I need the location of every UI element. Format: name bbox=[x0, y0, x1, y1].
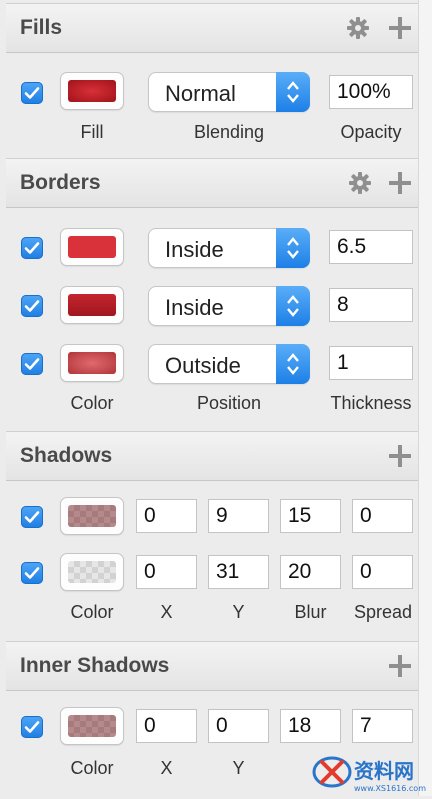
shadow-spread-caption: Spread bbox=[353, 602, 413, 622]
fill-caption: Fill bbox=[80, 122, 104, 142]
border-color-swatch bbox=[68, 352, 116, 374]
svg-text:资料网: 资料网 bbox=[354, 759, 414, 783]
checkmark-icon bbox=[24, 300, 40, 312]
inner-shadow-spread-field[interactable]: 7 bbox=[352, 709, 413, 743]
fill-color-swatch bbox=[68, 80, 116, 102]
opacity-field[interactable]: 100% bbox=[329, 75, 413, 109]
blending-caption: Blending bbox=[193, 122, 265, 142]
shadows-title: Shadows bbox=[20, 444, 113, 467]
up-down-chevron-icon[interactable] bbox=[276, 228, 310, 268]
border-position-select[interactable]: Inside bbox=[148, 228, 310, 268]
opacity-caption: Opacity bbox=[340, 122, 402, 142]
fill-color-well[interactable] bbox=[60, 72, 124, 110]
shadow-x-field[interactable]: 0 bbox=[136, 499, 197, 533]
shadow-y-field[interactable]: 9 bbox=[208, 499, 269, 533]
shadow-x-caption: X bbox=[160, 602, 173, 622]
border-position-value: Outside bbox=[165, 353, 241, 378]
inner-shadow-x-caption: X bbox=[160, 758, 173, 778]
shadow-spread-field[interactable]: 0 bbox=[352, 555, 413, 589]
border-color-well[interactable] bbox=[60, 286, 124, 324]
shadow-y-caption: Y bbox=[232, 602, 245, 622]
shadow-checkbox[interactable] bbox=[21, 562, 43, 584]
border-color-caption: Color bbox=[70, 393, 114, 413]
border-thickness-caption: Thickness bbox=[330, 393, 412, 413]
shadow-color-well[interactable] bbox=[60, 497, 124, 535]
up-down-chevron-icon[interactable] bbox=[276, 286, 310, 326]
border-position-select[interactable]: Outside bbox=[148, 344, 310, 384]
inner-shadow-blur-field[interactable]: 18 bbox=[280, 709, 341, 743]
border-position-select[interactable]: Inside bbox=[148, 286, 310, 326]
border-color-well[interactable] bbox=[60, 344, 124, 382]
shadow-blur-field[interactable]: 20 bbox=[280, 555, 341, 589]
inner-shadow-y-caption: Y bbox=[232, 758, 245, 778]
shadows-section-body: 0 9 15 0 0 31 20 0 Color X Y Blur Spread bbox=[6, 482, 418, 642]
borders-title: Borders bbox=[20, 171, 101, 194]
fills-section-body: Normal 100% Fill Blending Opacity bbox=[6, 54, 418, 158]
border-position-value: Inside bbox=[165, 295, 224, 320]
inner-shadow-checkbox[interactable] bbox=[21, 716, 43, 738]
shadow-x-field[interactable]: 0 bbox=[136, 555, 197, 589]
border-color-swatch bbox=[68, 236, 116, 258]
inner-shadow-color-caption: Color bbox=[70, 758, 114, 778]
shadow-spread-field[interactable]: 0 bbox=[352, 499, 413, 533]
fills-title: Fills bbox=[20, 16, 63, 39]
shadow-y-field[interactable]: 31 bbox=[208, 555, 269, 589]
checkmark-icon bbox=[24, 567, 40, 579]
fills-section-header: Fills bbox=[6, 3, 418, 53]
plus-icon[interactable] bbox=[386, 169, 414, 197]
border-thickness-field[interactable]: 8 bbox=[329, 288, 413, 322]
blending-select[interactable]: Normal bbox=[148, 72, 310, 112]
gear-icon[interactable] bbox=[346, 169, 374, 197]
border-checkbox[interactable] bbox=[21, 295, 43, 317]
shadows-section-header: Shadows bbox=[6, 431, 418, 481]
border-checkbox[interactable] bbox=[21, 353, 43, 375]
border-color-well[interactable] bbox=[60, 228, 124, 266]
checkmark-icon bbox=[24, 511, 40, 523]
checkmark-icon bbox=[24, 358, 40, 370]
gear-icon[interactable] bbox=[344, 14, 372, 42]
svg-text:www.XS1616.com: www.XS1616.com bbox=[354, 784, 426, 793]
border-thickness-field[interactable]: 1 bbox=[329, 346, 413, 380]
border-position-caption: Position bbox=[196, 393, 262, 413]
border-checkbox[interactable] bbox=[21, 237, 43, 259]
vertical-scrollbar[interactable] bbox=[418, 0, 432, 796]
checkmark-icon bbox=[24, 242, 40, 254]
up-down-chevron-icon[interactable] bbox=[276, 344, 310, 384]
plus-icon[interactable] bbox=[386, 442, 414, 470]
border-position-value: Inside bbox=[165, 237, 224, 262]
inner-shadow-color-well[interactable] bbox=[60, 707, 124, 745]
inner-shadow-x-field[interactable]: 0 bbox=[136, 709, 197, 743]
border-color-swatch bbox=[68, 294, 116, 316]
fill-checkbox[interactable] bbox=[21, 82, 43, 104]
shadow-blur-caption: Blur bbox=[294, 602, 327, 622]
inspector-panel: Fills Normal 100% Fill Blending Opacity … bbox=[0, 0, 419, 796]
blending-value: Normal bbox=[165, 81, 236, 106]
shadow-blur-field[interactable]: 15 bbox=[280, 499, 341, 533]
inner-shadow-color-swatch bbox=[68, 715, 116, 737]
shadow-color-caption: Color bbox=[70, 602, 114, 622]
up-down-chevron-icon[interactable] bbox=[276, 72, 310, 112]
checkmark-icon bbox=[24, 721, 40, 733]
shadow-checkbox[interactable] bbox=[21, 506, 43, 528]
checkmark-icon bbox=[24, 87, 40, 99]
plus-icon[interactable] bbox=[386, 14, 414, 42]
shadow-color-swatch bbox=[68, 561, 116, 583]
inner-shadow-y-field[interactable]: 0 bbox=[208, 709, 269, 743]
border-thickness-field[interactable]: 6.5 bbox=[329, 230, 413, 264]
shadow-color-swatch bbox=[68, 505, 116, 527]
borders-section-body: Inside 6.5 Inside 8 Outside 1 Color Posi… bbox=[6, 209, 418, 431]
plus-icon[interactable] bbox=[386, 652, 414, 680]
inner-shadows-section-header: Inner Shadows bbox=[6, 641, 418, 691]
shadow-color-well[interactable] bbox=[60, 553, 124, 591]
watermark-logo: 资料网 www.XS1616.com bbox=[310, 750, 428, 794]
inner-shadows-title: Inner Shadows bbox=[20, 654, 170, 677]
borders-section-header: Borders bbox=[6, 158, 418, 208]
